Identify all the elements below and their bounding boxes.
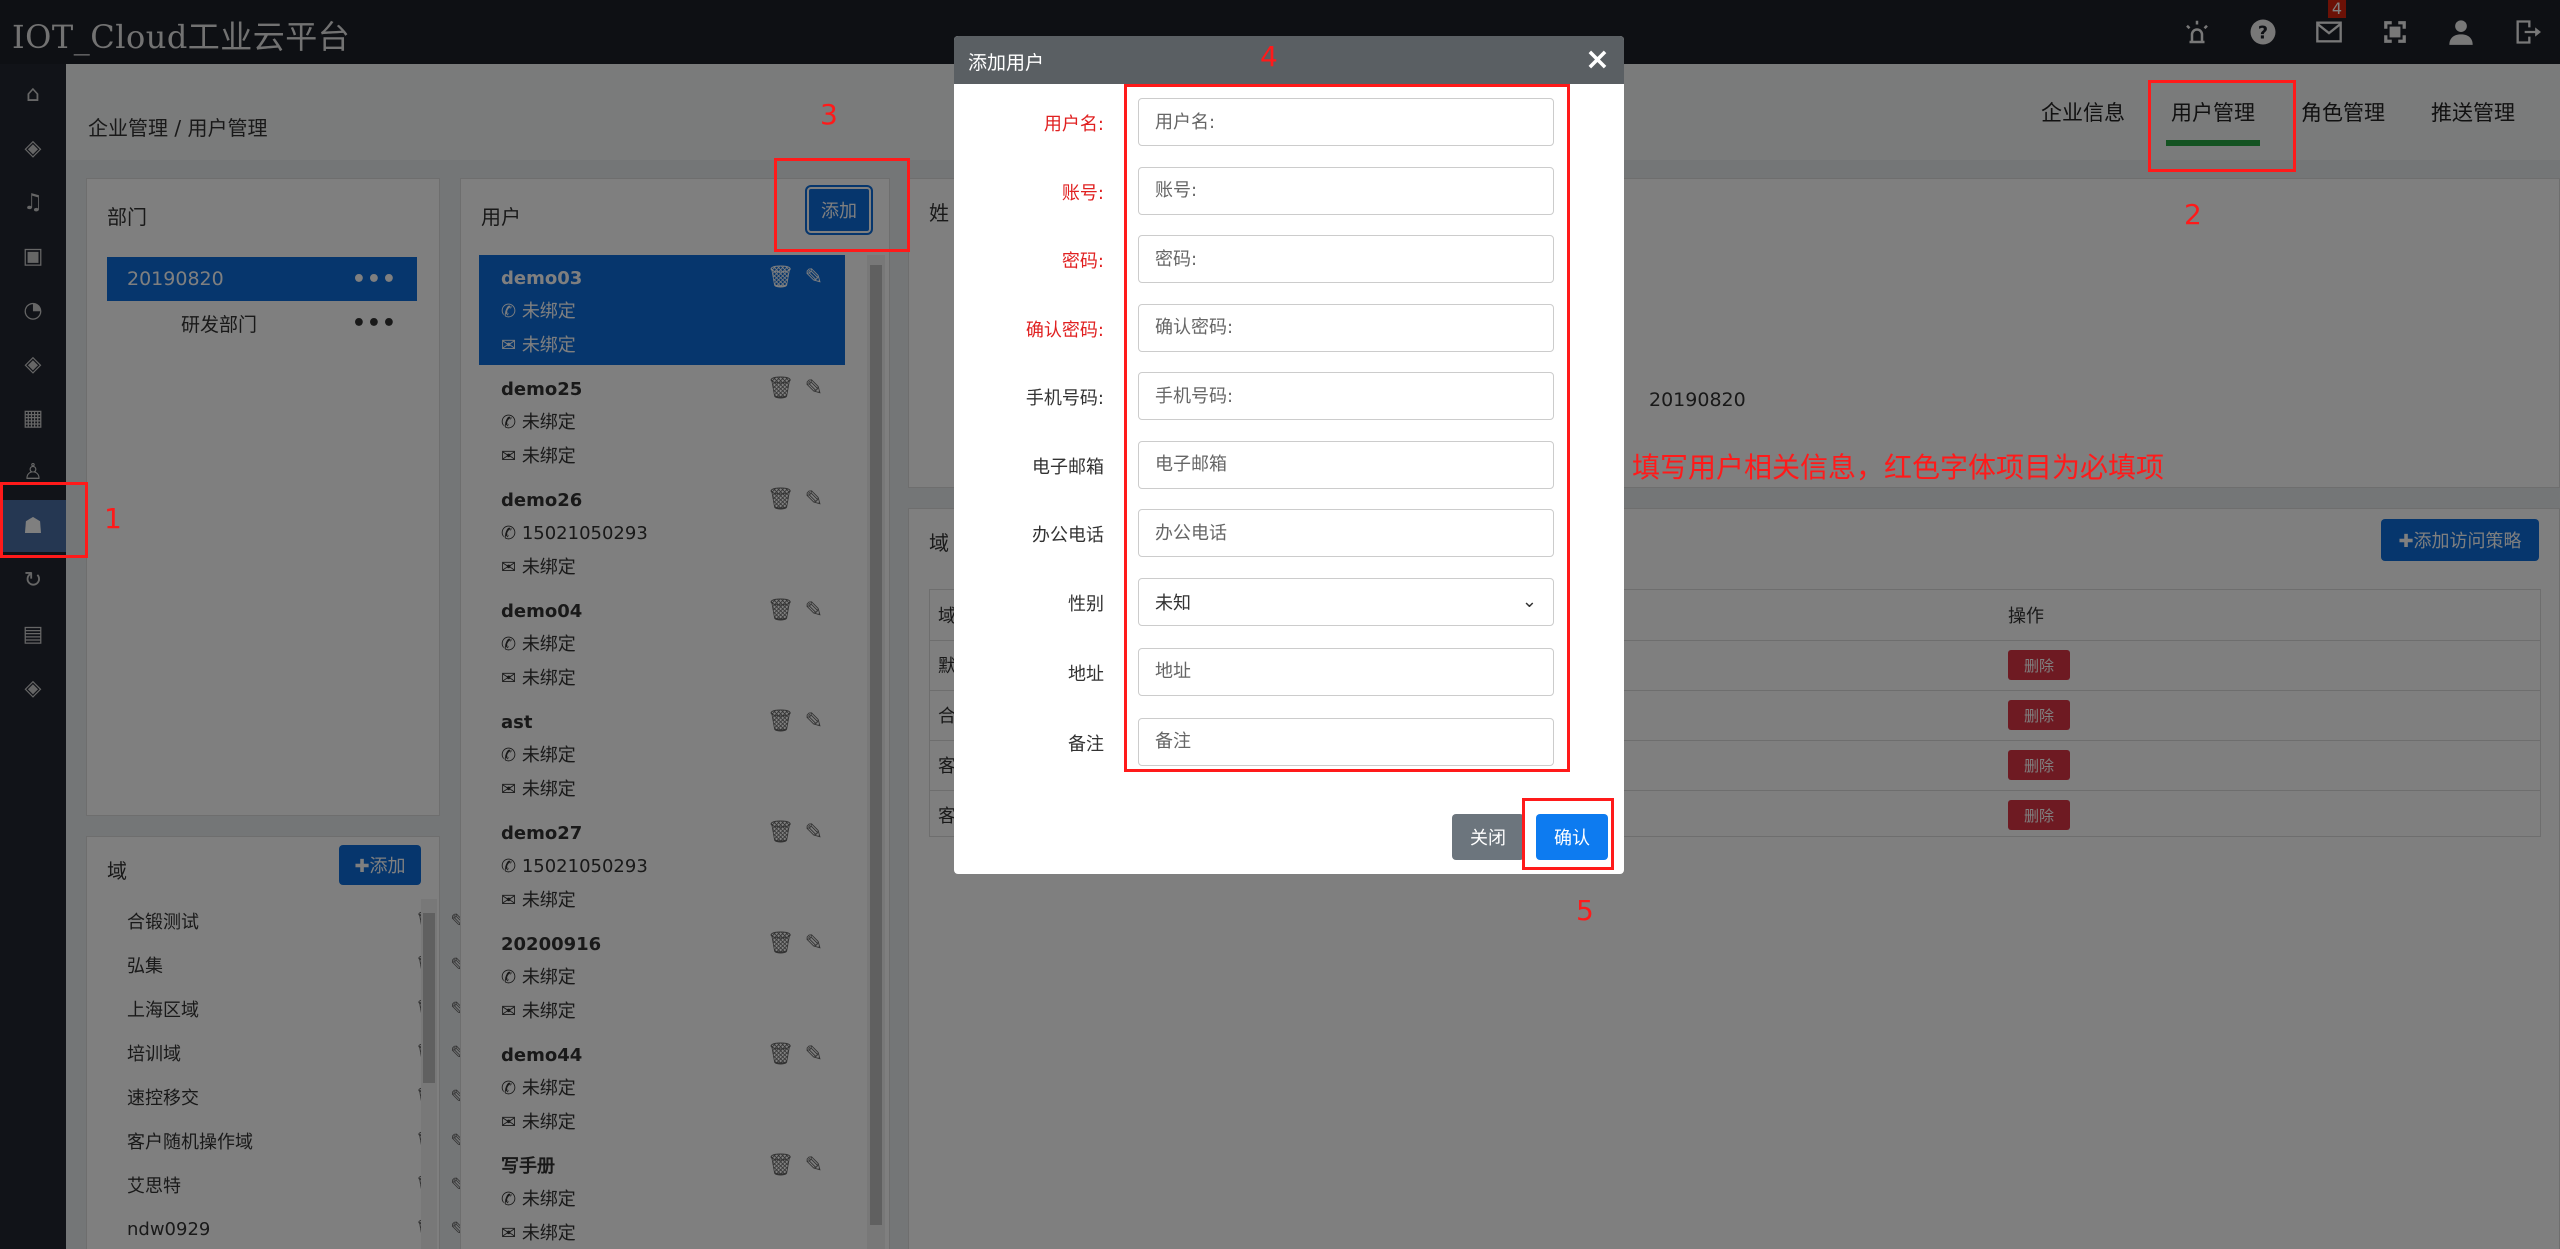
form-label: 确认密码:	[1025, 319, 1104, 341]
modal-title: 添加用户	[968, 52, 1045, 74]
modal-header: 添加用户 ×	[954, 36, 1624, 84]
close-button[interactable]: 关闭	[1452, 814, 1524, 860]
form-label: 电子邮箱	[1032, 456, 1104, 478]
annotation-box-2	[2148, 80, 2296, 172]
address-label: 地址	[1068, 663, 1104, 685]
form-label: 手机号码:	[1025, 388, 1104, 409]
form-label: 账号:	[1061, 182, 1104, 204]
annotation-number-5: 5	[1576, 894, 1594, 927]
annotation-number-2: 2	[2184, 198, 2202, 231]
gender-label: 性别	[1068, 593, 1104, 615]
annotation-number-3: 3	[820, 98, 838, 131]
annotation-box-3	[774, 158, 910, 252]
close-icon[interactable]: ×	[1585, 42, 1610, 77]
form-label: 办公电话	[1032, 525, 1104, 546]
form-label: 用户名:	[1043, 114, 1104, 135]
annotation-box-4	[1124, 84, 1570, 772]
annotation-number-4: 4	[1260, 40, 1278, 73]
annotation-box-1	[0, 482, 88, 558]
remark-label: 备注	[1068, 733, 1104, 755]
annotation-box-5	[1522, 798, 1614, 870]
form-label: 密码:	[1061, 251, 1104, 272]
annotation-number-1: 1	[104, 502, 122, 535]
annotation-hint: 填写用户相关信息，红色字体项目为必填项	[1632, 451, 2165, 484]
